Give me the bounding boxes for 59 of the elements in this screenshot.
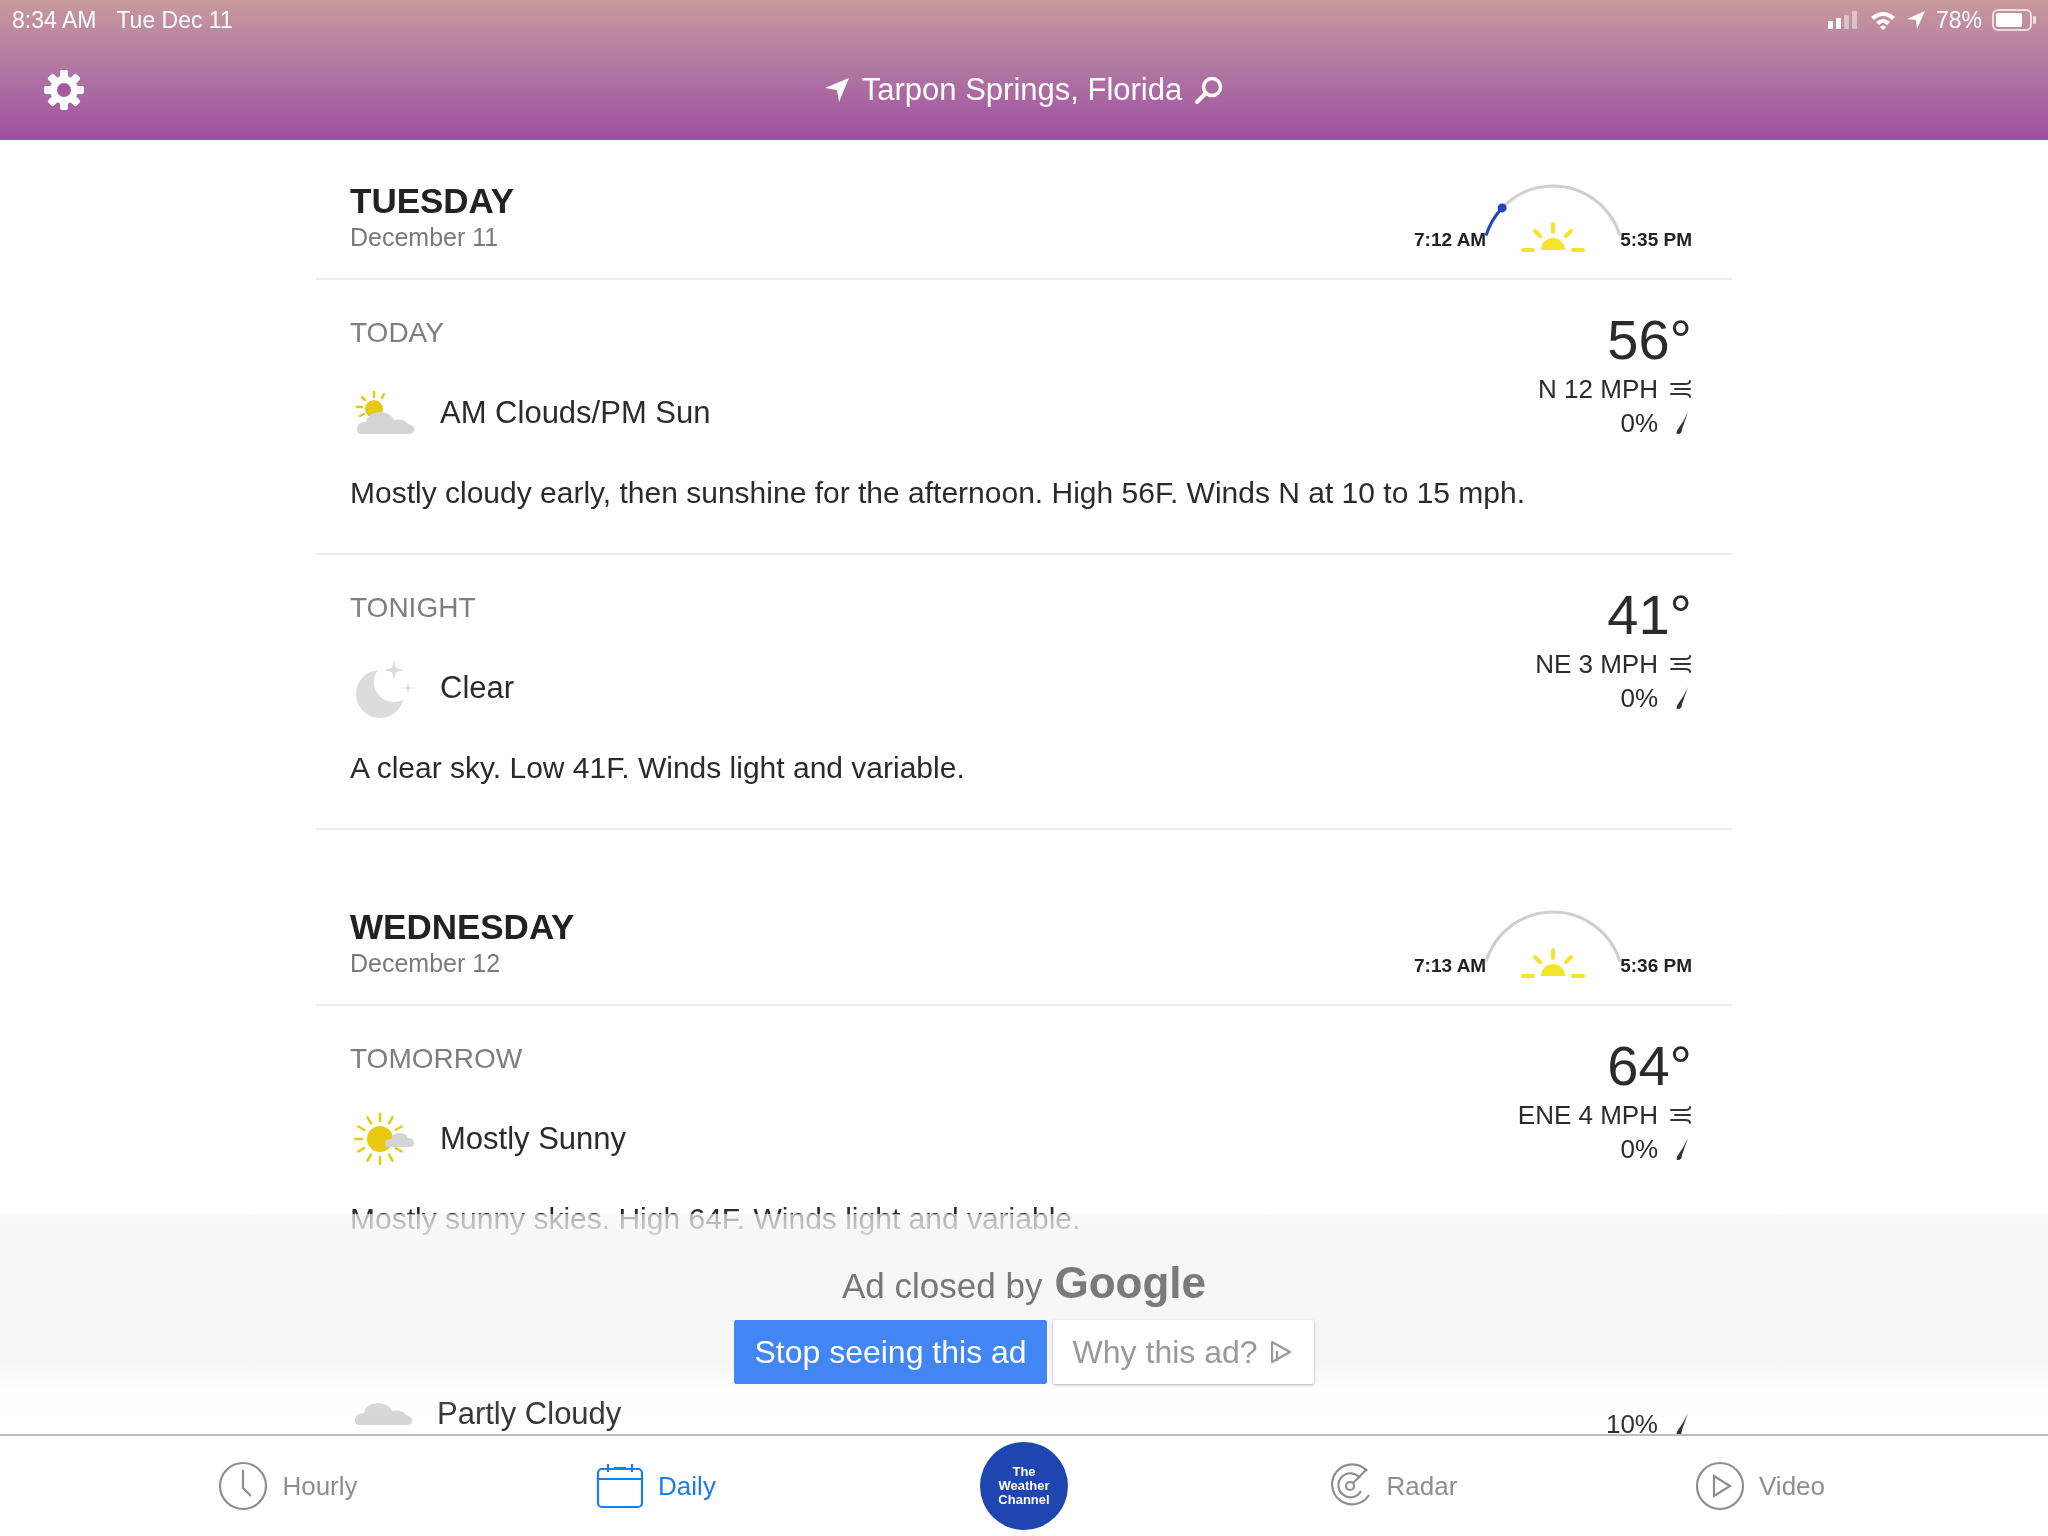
sun-behind-cloud-icon (354, 390, 416, 436)
precip-chance: 10% (1605, 1408, 1658, 1434)
why-ad-button[interactable]: Why this ad? (1052, 1320, 1314, 1384)
temperature: 56° (1607, 308, 1692, 371)
search-icon[interactable] (1194, 75, 1225, 105)
day-date: December 11 (350, 223, 500, 252)
ad-closed-text: Ad closed by (842, 1266, 1043, 1306)
condition-text: Clear (440, 670, 515, 706)
condition-text: Partly Cloudy (437, 1396, 622, 1432)
location-name[interactable]: Tarpon Springs, Florida (861, 72, 1183, 108)
day-date: December 12 (350, 949, 502, 978)
play-icon (1695, 1461, 1745, 1511)
sunset-time: 5:35 PM (1620, 228, 1692, 252)
period-label: TONIGHT (350, 592, 476, 623)
tab-item[interactable]: Video (1695, 1461, 1825, 1511)
temperature: 41° (1607, 583, 1692, 646)
battery-percent: 78% (1935, 6, 1982, 34)
sunrise-icon (1521, 948, 1586, 978)
period-label: TODAY (350, 317, 444, 348)
sunrise-icon (1521, 222, 1586, 252)
battery-icon (1992, 9, 2036, 31)
brand-logo: Google (1054, 1258, 1206, 1308)
wind-text: N 12 MPH (1538, 373, 1658, 405)
signal-icon (1827, 11, 1860, 29)
wifi-icon (1869, 10, 1896, 30)
sun-icon (354, 1111, 416, 1167)
precip-chance: 0% (1620, 1133, 1658, 1165)
period-label: TOMORROW (350, 1043, 523, 1074)
location-arrow-icon (823, 77, 850, 103)
location-arrow-icon (1905, 10, 1926, 30)
status-date: Tue Dec 11 (116, 6, 233, 34)
sunset-time: 5:36 PM (1620, 954, 1692, 978)
forecast-description: Mostly sunny skies. High 64F. Winds light and variable. (350, 1201, 1082, 1237)
precip-chance: 0% (1620, 407, 1658, 439)
condition-text: AM Clouds/PM Sun (440, 395, 711, 431)
day-name: TUESDAY (350, 181, 515, 221)
wind-text: NE 3 MPH (1535, 648, 1658, 680)
forecast-description: Mostly cloudy early, then sunshine for the afternoon. High 56F. Winds N at 10 to 15 mph. (350, 475, 1527, 511)
wind-icon (1670, 655, 1692, 673)
sunrise-time: 7:13 AM (1414, 954, 1487, 978)
temperature: 64° (1607, 1034, 1692, 1097)
clock-icon (218, 1461, 269, 1511)
sunrise-time: 7:12 AM (1414, 228, 1487, 252)
wind-text: ENE 4 MPH (1517, 1099, 1658, 1131)
wind-icon (1670, 1106, 1692, 1124)
tab-item[interactable]: Radar (1326, 1463, 1458, 1509)
wind-icon (1670, 380, 1692, 398)
precip-chance: 0% (1620, 682, 1658, 714)
cloud-icon (354, 1402, 413, 1426)
condition-text: Mostly Sunny (440, 1121, 627, 1157)
tab-item[interactable]: Hourly (218, 1461, 358, 1511)
logo-tab[interactable]: The Weather Channel (980, 1442, 1068, 1530)
calendar-icon (596, 1463, 645, 1509)
day-name: WEDNESDAY (350, 907, 575, 947)
settings-icon[interactable] (43, 69, 85, 111)
status-time: 8:34 AM (12, 6, 97, 34)
stop-ad-button[interactable]: Stop seeing this ad (734, 1320, 1047, 1384)
forecast-description: A clear sky. Low 41F. Winds light and variable. (350, 750, 966, 786)
tab-item[interactable]: Daily (596, 1463, 716, 1509)
